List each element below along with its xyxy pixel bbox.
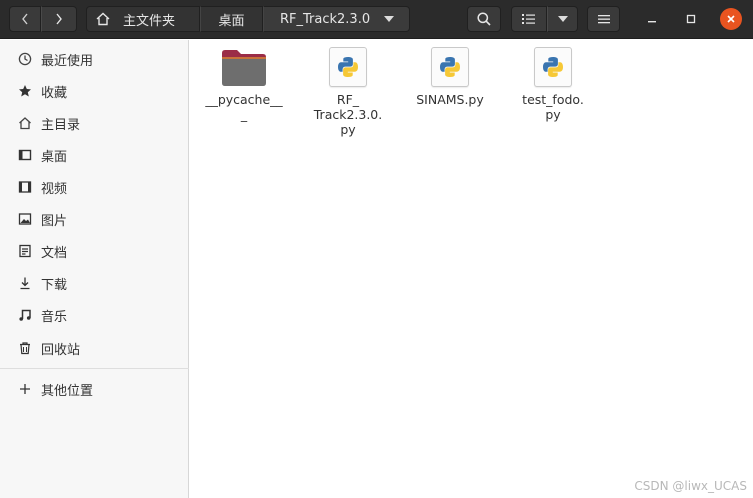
caret-down-icon [384,16,395,22]
plus-icon [17,381,33,397]
sidebar-item-label: 文档 [41,245,68,261]
document-icon [17,243,33,259]
file-name: SINAMS.py [416,92,484,107]
breadcrumb-current[interactable]: RF_Track2.3.0 [263,6,410,32]
sidebar-item-trash[interactable]: 回收站 [0,333,189,363]
sidebar-item-label: 视频 [41,181,68,197]
breadcrumb-label: 桌面 [218,13,245,29]
file-name: test_fodo. py [522,92,584,122]
sidebar-item-label: 其他位置 [41,383,94,399]
view-options-button[interactable] [547,6,578,32]
python-file-icon [534,47,572,87]
sidebar-item-label: 桌面 [41,149,68,165]
music-icon [17,307,33,323]
file-item-rf-track[interactable]: RF_ Track2.3.0. py [308,46,388,137]
clock-icon [17,51,33,67]
list-view-button[interactable] [511,6,547,32]
maximize-button[interactable] [680,8,702,30]
chevron-left-icon [22,13,28,25]
file-item-sinams[interactable]: SINAMS.py [410,46,490,107]
hamburger-menu-icon [597,15,610,24]
sidebar-item-label: 音乐 [41,309,68,325]
desktop-icon [17,147,33,163]
download-icon [17,275,33,291]
chevron-right-icon [56,13,62,25]
file-view: __pycache__ _ RF_ Track2.3.0. py SINAMS.… [190,40,753,498]
close-button[interactable] [720,8,742,30]
file-name: __pycache__ _ [205,92,283,122]
sidebar-item-recent[interactable]: 最近使用 [0,44,189,74]
search-icon [477,12,491,26]
sidebar-item-desktop[interactable]: 桌面 [0,140,189,170]
sidebar-item-label: 回收站 [41,342,81,358]
trash-icon [17,340,33,356]
breadcrumb-label: RF_Track2.3.0 [280,11,371,27]
python-file-icon [329,47,367,87]
breadcrumb-home[interactable]: 主文件夹 [86,6,200,32]
forward-button[interactable] [41,6,77,32]
breadcrumb-desktop[interactable]: 桌面 [200,6,263,32]
sidebar-item-label: 收藏 [41,85,68,101]
sidebar-item-label: 图片 [41,213,68,229]
film-icon [17,179,33,195]
file-name: RF_ Track2.3.0. py [313,92,383,137]
sidebar-item-music[interactable]: 音乐 [0,300,189,330]
watermark: CSDN @liwx_UCAS [634,479,747,493]
header-bar: 主文件夹 桌面 RF_Track2.3.0 [0,0,753,39]
list-view-icon [522,14,535,24]
maximize-icon [686,14,696,24]
sidebar-item-documents[interactable]: 文档 [0,236,189,266]
sidebar: 最近使用 收藏 主目录 桌面 视频 图片 文档 下载 音乐 回收站 其他位置 [0,40,189,498]
close-icon [727,15,735,23]
image-icon [17,211,33,227]
sidebar-item-label: 主目录 [41,117,81,133]
sidebar-item-downloads[interactable]: 下载 [0,268,189,298]
sidebar-item-pictures[interactable]: 图片 [0,204,189,234]
minimize-button[interactable] [641,8,663,30]
main-menu-button[interactable] [587,6,620,32]
sidebar-item-other-locations[interactable]: 其他位置 [0,374,189,404]
sidebar-item-videos[interactable]: 视频 [0,172,189,202]
minimize-icon [648,21,656,23]
back-button[interactable] [9,6,41,32]
sidebar-item-home[interactable]: 主目录 [0,108,189,138]
star-icon [17,83,33,99]
breadcrumb-label: 主文件夹 [123,13,176,29]
sidebar-item-starred[interactable]: 收藏 [0,76,189,106]
folder-icon [220,46,268,88]
file-item-test-fodo[interactable]: test_fodo. py [513,46,593,122]
search-button[interactable] [467,6,501,32]
home-icon [17,115,33,131]
home-icon [96,12,110,26]
caret-down-icon [557,16,568,22]
sidebar-item-label: 下载 [41,277,68,293]
sidebar-divider [0,368,189,369]
file-item-pycache[interactable]: __pycache__ _ [204,46,284,122]
sidebar-item-label: 最近使用 [41,53,94,69]
python-file-icon [431,47,469,87]
